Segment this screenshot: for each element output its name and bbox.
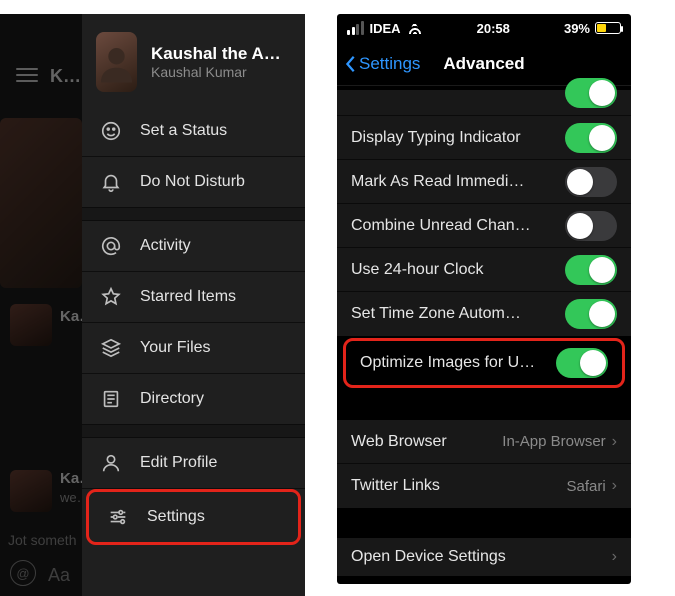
setting-row-webbrowser[interactable]: Web Browser In-App Browser › bbox=[337, 420, 631, 464]
drawer-item-label: Do Not Disturb bbox=[140, 173, 245, 191]
chevron-right-icon: › bbox=[612, 477, 617, 495]
workspace-title: Kaushal the An… bbox=[151, 43, 291, 64]
setting-label: Web Browser bbox=[351, 433, 447, 451]
highlight-frame-optimize: Optimize Images for U… bbox=[343, 338, 625, 388]
setting-row-typing[interactable]: Display Typing Indicator bbox=[337, 116, 631, 160]
toggle-switch[interactable] bbox=[565, 299, 617, 329]
peek-row-name: Ka… bbox=[60, 470, 82, 487]
settings-list: Display Typing Indicator Mark As Read Im… bbox=[337, 86, 631, 576]
toggle-switch[interactable] bbox=[565, 78, 617, 108]
peek-title: K… bbox=[50, 66, 81, 87]
directory-icon bbox=[100, 388, 122, 410]
setting-label: Optimize Images for U… bbox=[360, 354, 535, 372]
setting-row-timezone[interactable]: Set Time Zone Autom… bbox=[337, 292, 631, 336]
clock-label: 20:58 bbox=[477, 21, 510, 36]
peek-row-sub: we… bbox=[60, 490, 82, 505]
setting-label: Combine Unread Chan… bbox=[351, 217, 531, 235]
setting-label: Open Device Settings bbox=[351, 548, 506, 566]
files-item[interactable]: Your Files bbox=[82, 323, 305, 373]
chevron-right-icon: › bbox=[612, 433, 617, 451]
setting-label: Use 24-hour Clock bbox=[351, 261, 484, 279]
back-label: Settings bbox=[359, 54, 420, 74]
toggle-switch[interactable] bbox=[565, 123, 617, 153]
drawer-item-label: Settings bbox=[147, 508, 205, 526]
drawer-item-label: Activity bbox=[140, 237, 191, 255]
battery-icon bbox=[595, 22, 621, 34]
activity-item[interactable]: Activity bbox=[82, 221, 305, 271]
signal-icon bbox=[347, 21, 364, 35]
peek-row-name: Ka… bbox=[60, 308, 82, 325]
settings-item[interactable]: Settings bbox=[89, 492, 298, 542]
sliders-icon bbox=[107, 506, 129, 528]
mention-icon[interactable]: @ bbox=[10, 560, 36, 586]
setting-row-optimize[interactable]: Optimize Images for U… bbox=[346, 341, 622, 385]
set-status-item[interactable]: Set a Status bbox=[82, 106, 305, 156]
toggle-switch[interactable] bbox=[565, 255, 617, 285]
at-icon bbox=[100, 235, 122, 257]
wifi-icon bbox=[407, 22, 423, 34]
chevron-right-icon: › bbox=[612, 548, 617, 566]
setting-row-combine[interactable]: Combine Unread Chan… bbox=[337, 204, 631, 248]
smiley-icon bbox=[100, 120, 122, 142]
edit-profile-item[interactable]: Edit Profile bbox=[82, 438, 305, 488]
starred-item[interactable]: Starred Items bbox=[82, 272, 305, 322]
setting-row-device[interactable]: Open Device Settings › bbox=[337, 538, 631, 576]
setting-label: Set Time Zone Autom… bbox=[351, 305, 521, 323]
status-bar: IDEA 20:58 39% bbox=[337, 14, 631, 42]
side-drawer: Kaushal the An… Kaushal Kumar Set a Stat… bbox=[82, 14, 305, 596]
setting-value: Safari bbox=[566, 478, 605, 495]
drawer-item-label: Your Files bbox=[140, 339, 211, 357]
toggle-switch[interactable] bbox=[556, 348, 608, 378]
left-screenshot: K… Ka… Ka… we… Jot someth @ Aa Kaushal t… bbox=[0, 14, 305, 596]
carrier-label: IDEA bbox=[370, 21, 401, 36]
setting-label: Mark As Read Immedi… bbox=[351, 173, 524, 191]
main-view-peek: K… Ka… Ka… we… Jot someth @ Aa bbox=[0, 14, 82, 596]
toggle-switch[interactable] bbox=[565, 211, 617, 241]
hamburger-icon[interactable] bbox=[16, 68, 38, 82]
toggle-switch[interactable] bbox=[565, 167, 617, 197]
compose-placeholder[interactable]: Jot someth bbox=[8, 532, 76, 548]
drawer-item-label: Edit Profile bbox=[140, 454, 217, 472]
peek-avatar-2 bbox=[10, 470, 52, 512]
drawer-item-label: Starred Items bbox=[140, 288, 236, 306]
bell-icon bbox=[100, 171, 122, 193]
star-icon bbox=[100, 286, 122, 308]
setting-label: Twitter Links bbox=[351, 477, 440, 495]
peek-avatar-1 bbox=[10, 304, 52, 346]
drawer-item-label: Set a Status bbox=[140, 122, 227, 140]
setting-row-24h[interactable]: Use 24-hour Clock bbox=[337, 248, 631, 292]
right-screenshot: IDEA 20:58 39% Settings Advanced Display… bbox=[337, 14, 631, 584]
nav-title: Advanced bbox=[443, 54, 524, 74]
setting-row-partial[interactable] bbox=[337, 90, 631, 116]
setting-row-twitter[interactable]: Twitter Links Safari › bbox=[337, 464, 631, 508]
highlight-frame-settings: Settings bbox=[86, 489, 301, 545]
setting-value: In-App Browser bbox=[502, 433, 605, 450]
dnd-item[interactable]: Do Not Disturb bbox=[82, 157, 305, 207]
back-button[interactable]: Settings bbox=[345, 54, 420, 74]
layers-icon bbox=[100, 337, 122, 359]
battery-pct-label: 39% bbox=[564, 21, 590, 36]
format-icon[interactable]: Aa bbox=[48, 565, 70, 586]
user-avatar bbox=[96, 32, 137, 92]
setting-label: Display Typing Indicator bbox=[351, 129, 521, 147]
drawer-item-label: Directory bbox=[140, 390, 204, 408]
peek-image-blur bbox=[0, 118, 82, 288]
directory-item[interactable]: Directory bbox=[82, 374, 305, 424]
setting-row-markread[interactable]: Mark As Read Immedi… bbox=[337, 160, 631, 204]
user-name: Kaushal Kumar bbox=[151, 64, 291, 82]
person-icon bbox=[100, 452, 122, 474]
drawer-header[interactable]: Kaushal the An… Kaushal Kumar bbox=[82, 14, 305, 106]
